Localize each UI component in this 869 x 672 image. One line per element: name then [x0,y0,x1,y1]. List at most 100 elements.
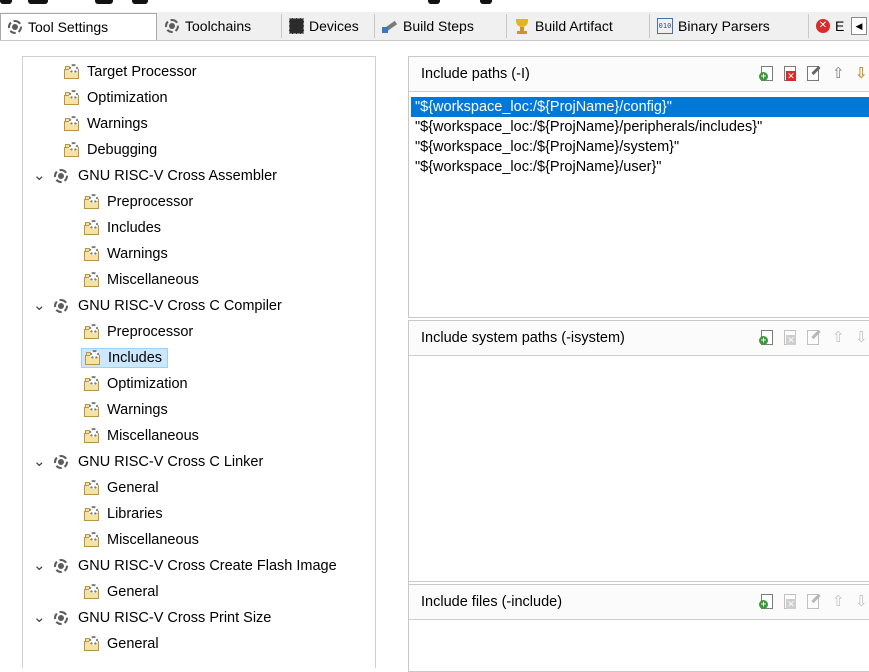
delete-path-button[interactable]: ✕ [782,329,800,347]
tab-scroll-left-button[interactable]: ◀ [851,17,867,35]
tree-item-content: GNU RISC-V Cross Create Flash Image [51,557,342,575]
tool-gear-icon [53,168,69,184]
include-system-paths-section: Include system paths (-isystem) + ✕ ⇧ ⇩ [408,320,869,582]
settings-folder-icon [83,324,101,340]
tree-item[interactable]: Miscellaneous [81,269,204,291]
list-item[interactable]: "${workspace_loc:/${ProjName}/user}" [411,157,869,177]
edit-path-button[interactable] [805,65,823,83]
tree-tool-item[interactable]: ⌄ GNU RISC-V Cross C Compiler [33,295,287,317]
tree-item-content: Libraries [81,505,168,523]
tree-item[interactable]: Includes [81,217,166,239]
add-path-button[interactable]: + [759,65,777,83]
chevron-down-icon[interactable]: ⌄ [33,558,46,573]
settings-folder-icon [83,480,101,496]
tree-item-label: Warnings [87,116,148,132]
tool-gear-icon [53,610,69,626]
tree-item-label: Miscellaneous [107,428,199,444]
trophy-icon [514,18,530,34]
tab-devices[interactable]: Devices [283,14,375,38]
tree-item[interactable]: General [81,633,164,655]
settings-folder-icon [63,116,81,132]
list-item[interactable]: "${workspace_loc:/${ProjName}/system}" [411,137,869,157]
tree-item[interactable]: Optimization [61,87,173,109]
edit-path-button[interactable] [805,593,823,611]
tab-toolchains[interactable]: Toolchains [158,14,282,38]
tree-item-content: General [81,635,164,653]
tree-item[interactable]: General [81,477,164,499]
section-toolbar: + ✕ ⇧ ⇩ [754,65,869,83]
move-down-button[interactable]: ⇩ [851,65,869,83]
move-up-button[interactable]: ⇧ [828,65,846,83]
section-header: Include paths (-I) + ✕ ⇧ ⇩ [409,57,869,92]
tree-item[interactable]: Libraries [81,503,168,525]
tree-tool-item[interactable]: ⌄ GNU RISC-V Cross Print Size [33,607,276,629]
tab-tool-settings[interactable]: Tool Settings [0,13,157,40]
chevron-down-icon[interactable]: ⌄ [33,454,46,469]
include-files-list[interactable] [409,620,869,625]
tab-binary-parsers[interactable]: 010 Binary Parsers [651,14,809,38]
tree-tool-item[interactable]: ⌄ GNU RISC-V Cross C Linker [33,451,268,473]
list-item[interactable]: "${workspace_loc:/${ProjName}/config}" [411,97,869,117]
tree-tool-item[interactable]: ⌄ GNU RISC-V Cross Create Flash Image [33,555,342,577]
delete-path-button[interactable]: ✕ [782,65,800,83]
tree-item[interactable]: Debugging [61,139,162,161]
add-path-button[interactable]: + [759,329,777,347]
arrow-down-icon: ⇩ [855,593,868,610]
tab-build-artifact[interactable]: Build Artifact [508,14,650,38]
tree-item[interactable]: Miscellaneous [81,425,204,447]
arrow-up-icon: ⇧ [832,593,845,610]
tree-item[interactable]: Preprocessor [81,321,198,343]
tree-item-content: Optimization [81,375,193,393]
tree-item[interactable]: Includes [81,347,169,369]
tree-item[interactable]: Miscellaneous [81,529,204,551]
edit-path-button[interactable] [805,329,823,347]
tree-item[interactable]: Optimization [81,373,193,395]
tree-item[interactable]: Preprocessor [81,191,198,213]
tree-item-label: Includes [107,220,162,236]
delete-icon: ✕ [786,599,796,609]
move-down-button[interactable]: ⇩ [851,593,869,611]
tool-settings-tree[interactable]: Target Processor Optimization Warnings Debu… [22,56,376,668]
tree-item-content: GNU RISC-V Cross C Compiler [51,297,287,315]
tree-tool-item[interactable]: ⌄ GNU RISC-V Cross Assembler [33,165,282,187]
include-system-paths-list[interactable] [409,356,869,361]
tree-item-content: Warnings [81,245,173,263]
tree-item[interactable]: Warnings [61,113,153,135]
tree-item[interactable]: Target Processor [61,61,202,83]
chip-icon [289,18,304,34]
tab-error[interactable]: ✕ E [810,14,850,38]
tab-label: Build Artifact [535,18,613,34]
delete-path-button[interactable]: ✕ [782,593,800,611]
gear-icon [164,18,180,34]
tree-item[interactable]: General [81,581,164,603]
move-up-button[interactable]: ⇧ [828,329,846,347]
chevron-down-icon[interactable]: ⌄ [33,298,46,313]
move-down-button[interactable]: ⇩ [851,329,869,347]
arrow-up-icon: ⇧ [832,329,845,346]
tree-item-content: Optimization [61,89,173,107]
tree-item-content: GNU RISC-V Cross Print Size [51,609,276,627]
tab-label: Build Steps [403,18,474,34]
settings-folder-icon [83,402,101,418]
tree-item-content: Warnings [61,115,153,133]
include-files-section: Include files (-include) + ✕ ⇧ ⇩ [408,582,869,672]
include-paths-list[interactable]: "${workspace_loc:/${ProjName}/config}" "… [409,92,869,177]
tree-item[interactable]: Warnings [81,243,173,265]
tree-item-label: GNU RISC-V Cross C Linker [78,454,264,470]
error-icon: ✕ [816,19,830,33]
tree-item-label: Optimization [87,90,168,106]
add-path-button[interactable]: + [759,593,777,611]
chevron-down-icon[interactable]: ⌄ [33,610,46,625]
tree-item-content: Preprocessor [81,323,198,341]
tree-item[interactable]: Warnings [81,399,173,421]
move-up-button[interactable]: ⇧ [828,593,846,611]
tab-label: Binary Parsers [678,18,770,34]
list-item[interactable]: "${workspace_loc:/${ProjName}/peripheral… [411,117,869,137]
chevron-down-icon[interactable]: ⌄ [33,168,46,183]
tab-build-steps[interactable]: Build Steps [376,14,507,38]
add-icon: + [759,71,768,81]
tree-item-label: GNU RISC-V Cross C Compiler [78,298,282,314]
settings-folder-icon [83,584,101,600]
tool-gear-icon [53,298,69,314]
settings-folder-icon [83,272,101,288]
